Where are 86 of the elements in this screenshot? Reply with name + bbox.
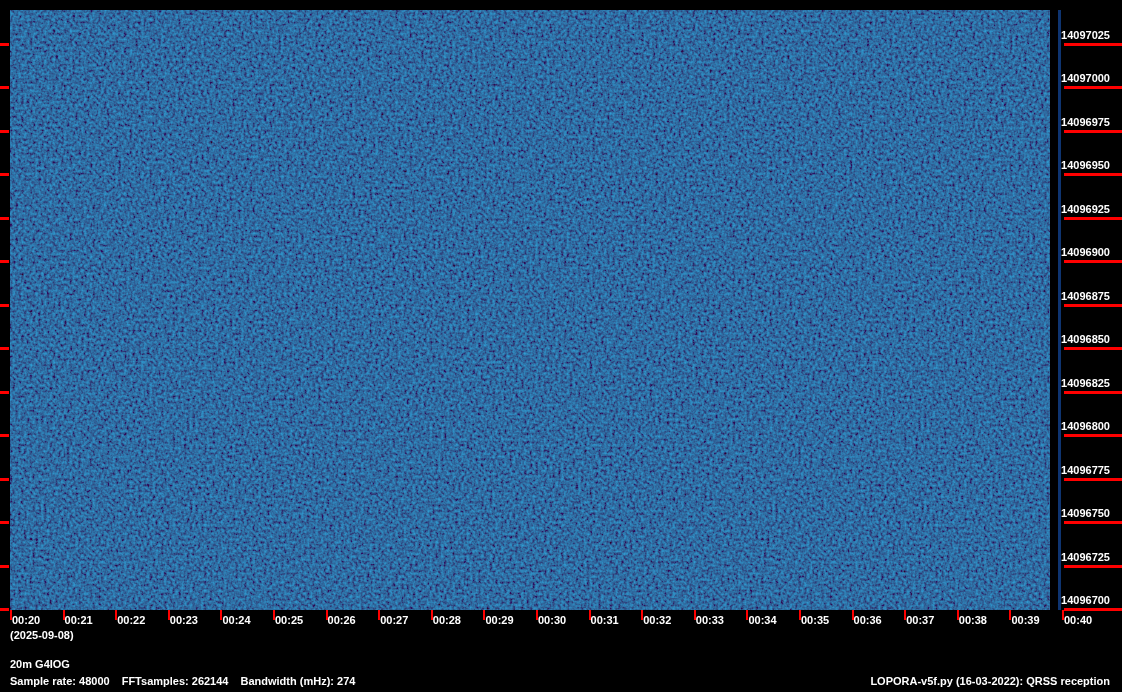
time-label: 00:24 <box>222 615 251 626</box>
tick-mark <box>1064 521 1122 525</box>
time-label: 00:21 <box>64 615 93 626</box>
tick-mark <box>956 610 959 620</box>
tick-mark <box>1064 86 1122 90</box>
frequency-label: 14096850 <box>1061 334 1110 346</box>
program-label: LOPORA-v5f.py (16-03-2022): QRSS reception <box>870 676 1110 687</box>
frequency-label: 14097025 <box>1061 30 1110 41</box>
tick-mark <box>904 610 907 620</box>
tick-mark <box>378 610 381 620</box>
frequency-label: 14096775 <box>1061 464 1110 476</box>
frequency-label: 14096875 <box>1061 290 1110 302</box>
tick-mark <box>0 303 9 307</box>
tick-mark <box>0 434 9 438</box>
tick-mark <box>536 610 538 620</box>
tick-mark <box>1009 610 1012 620</box>
time-label: 00:27 <box>380 615 409 626</box>
tick-mark <box>0 521 9 525</box>
frequency-label: 14096950 <box>1061 160 1110 172</box>
time-label: 00:20 <box>12 615 41 626</box>
frequency-label: 14096925 <box>1061 203 1110 215</box>
frequency-label: 14096900 <box>1061 247 1110 259</box>
tick-mark <box>0 129 9 133</box>
tick-mark <box>1064 173 1122 177</box>
tick-mark <box>0 260 9 264</box>
tick-mark <box>273 610 275 620</box>
tick-mark <box>1064 260 1122 264</box>
tick-mark <box>1064 303 1122 307</box>
tick-mark <box>1064 43 1122 46</box>
time-label: 00:30 <box>538 615 567 626</box>
time-label: 00:35 <box>801 615 830 626</box>
bandwidth-label: Bandwidth (mHz): 274 <box>240 676 356 687</box>
time-label: 00:36 <box>853 615 882 626</box>
time-label: 00:39 <box>1011 615 1040 626</box>
frequency-label: 14096725 <box>1061 551 1110 563</box>
time-label: 00:26 <box>327 615 356 626</box>
sample-rate-label: Sample rate: 48000 <box>10 676 110 687</box>
tick-mark <box>693 610 696 620</box>
tick-mark <box>851 610 854 620</box>
frequency-label: 14096750 <box>1061 508 1110 520</box>
frequency-label: 14096825 <box>1061 377 1110 389</box>
date-label: (2025-09-08) <box>10 630 74 641</box>
tick-mark <box>799 610 801 620</box>
time-label: 00:28 <box>432 615 461 626</box>
tick-mark <box>588 610 591 620</box>
tick-mark <box>1064 347 1122 351</box>
tick-mark <box>0 347 9 351</box>
time-label: 00:22 <box>117 615 146 626</box>
tick-mark <box>325 610 328 620</box>
time-label: 00:23 <box>169 615 198 626</box>
tick-mark <box>1064 216 1122 220</box>
time-label: 00:25 <box>275 615 304 626</box>
time-label: 00:32 <box>643 615 672 626</box>
tick-mark <box>0 477 9 481</box>
time-label: 00:38 <box>958 615 987 626</box>
tick-mark <box>167 610 170 620</box>
tick-mark <box>641 610 644 620</box>
tick-mark <box>1064 477 1122 481</box>
tick-mark <box>0 173 9 177</box>
tick-mark <box>483 610 486 620</box>
frequency-label: 14096700 <box>1061 594 1110 606</box>
time-label: 00:40 <box>1064 615 1093 626</box>
time-label: 00:29 <box>485 615 514 626</box>
band-callsign-label: 20m G4IOG <box>10 659 70 670</box>
time-label: 00:34 <box>748 615 777 626</box>
tick-mark <box>0 564 9 568</box>
time-label: 00:33 <box>695 615 724 626</box>
frequency-label: 14096800 <box>1061 421 1110 433</box>
tick-mark <box>0 86 9 90</box>
tick-mark <box>1064 564 1122 568</box>
tick-mark <box>1064 390 1122 394</box>
tick-mark <box>0 390 9 394</box>
tick-mark <box>1064 434 1122 438</box>
tick-mark <box>1064 129 1122 133</box>
tick-mark <box>746 610 749 620</box>
tick-mark <box>62 610 65 620</box>
tick-mark <box>0 216 9 220</box>
time-label: 00:31 <box>590 615 619 626</box>
tick-mark <box>0 43 9 46</box>
time-label: 00:37 <box>906 615 935 626</box>
frequency-label: 14096975 <box>1061 116 1110 128</box>
tick-mark <box>115 610 118 620</box>
fft-samples-label: FFTsamples: 262144 <box>121 676 229 687</box>
tick-mark <box>220 610 223 620</box>
frequency-label: 14097000 <box>1061 73 1110 85</box>
tick-mark <box>430 610 433 620</box>
